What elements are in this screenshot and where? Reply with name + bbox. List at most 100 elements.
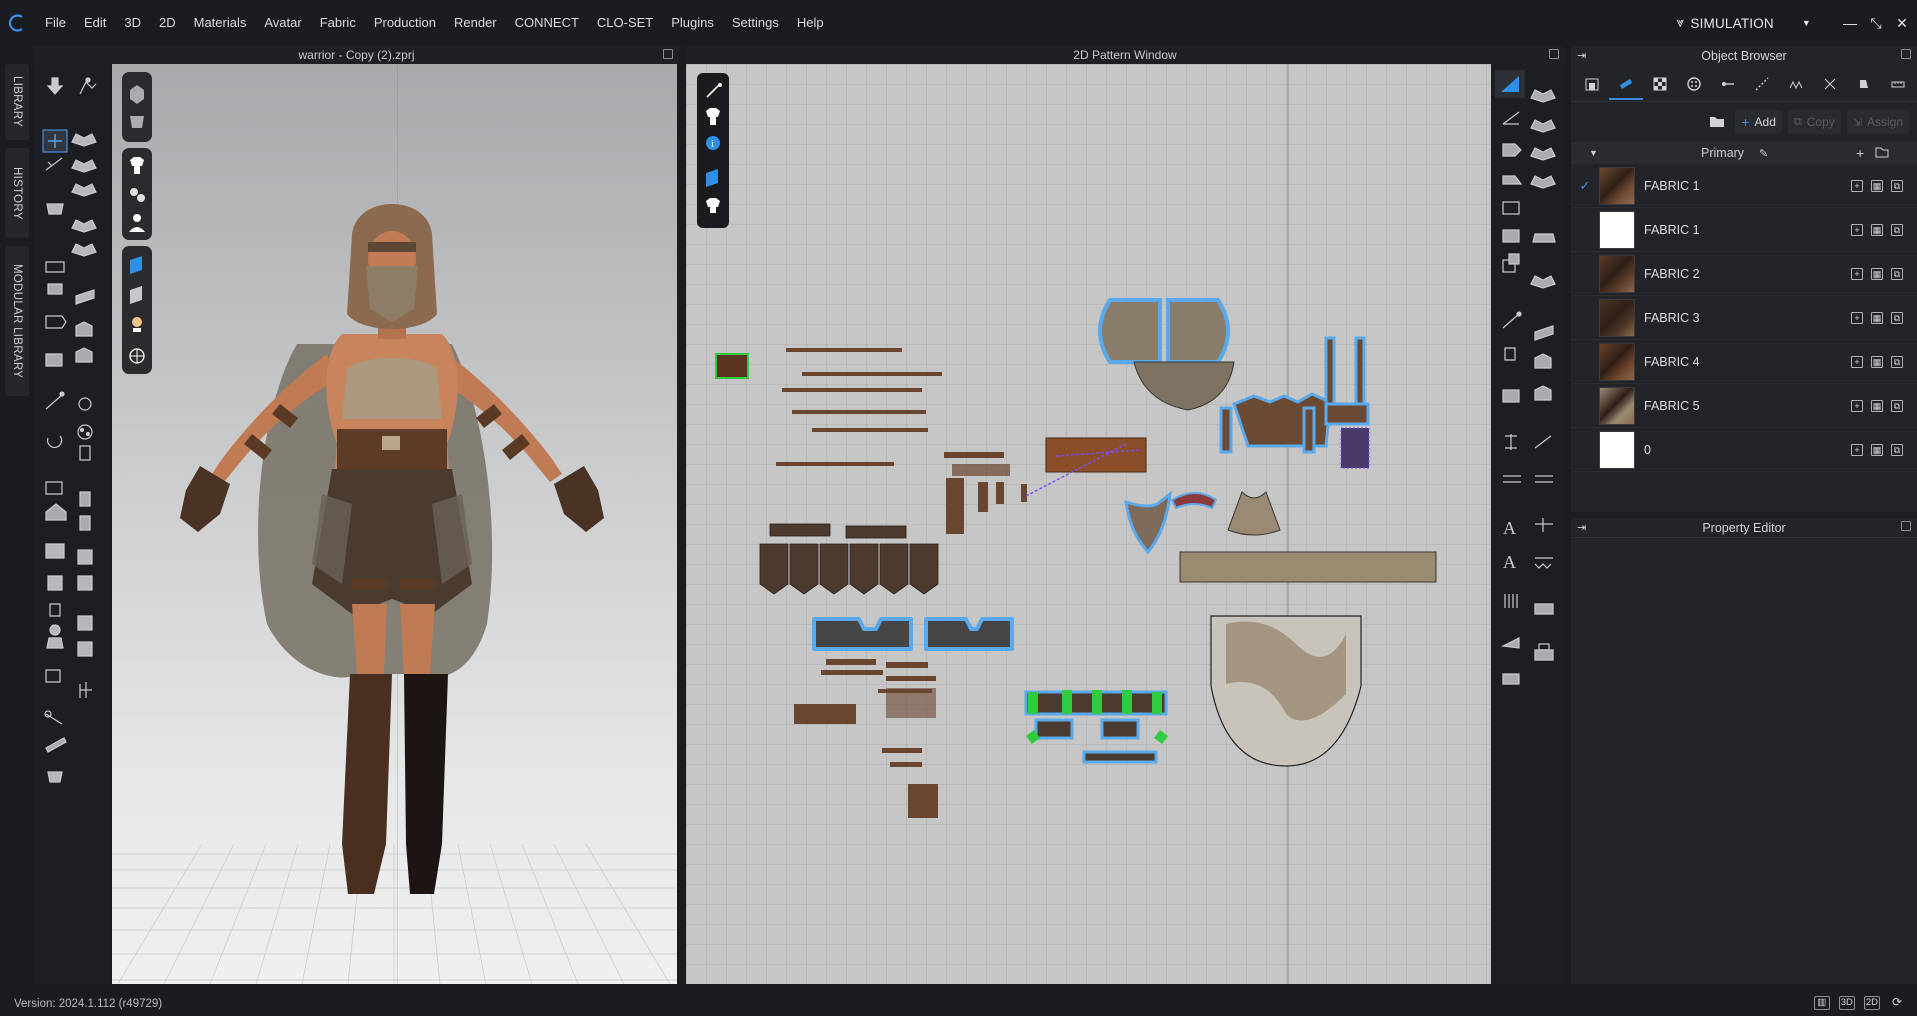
fabric-swatch[interactable] xyxy=(1599,342,1635,381)
texture-icon[interactable]: ▦ xyxy=(1871,399,1883,412)
toolbar-3d-icons xyxy=(42,77,97,783)
property-editor-title-bar: ⇥ Property Editor xyxy=(1571,518,1917,538)
assign-button[interactable]: ⇲ Assign xyxy=(1846,110,1909,134)
tab-graphic[interactable] xyxy=(1643,68,1677,100)
menu-edit[interactable]: Edit xyxy=(75,0,115,46)
fabric-name: FABRIC 5 xyxy=(1644,398,1700,413)
fabric-row[interactable]: FABRIC 4 + ▦ ⧉ xyxy=(1571,340,1917,384)
apply-icon[interactable]: + xyxy=(1851,355,1863,368)
fabric-row[interactable]: FABRIC 2 + ▦ ⧉ xyxy=(1571,252,1917,296)
toolbar-3d xyxy=(34,64,110,984)
fabric-swatch[interactable] xyxy=(1599,166,1635,205)
menu-2d[interactable]: 2D xyxy=(150,0,185,46)
tab-library[interactable]: LIBRARY xyxy=(5,64,29,140)
tab-fabric[interactable] xyxy=(1609,68,1643,100)
duplicate-icon[interactable]: ⧉ xyxy=(1891,355,1903,368)
apply-icon[interactable]: + xyxy=(1851,399,1863,412)
object-browser-actions: + Add ⧉ Copy ⇲ Assign xyxy=(1571,102,1917,142)
texture-icon[interactable]: ▦ xyxy=(1871,443,1883,456)
fabric-row[interactable]: 0 + ▦ ⧉ xyxy=(1571,428,1917,472)
window-2d-title: 2D Pattern Window xyxy=(1073,48,1177,62)
edit-pencil-icon[interactable]: ✎ xyxy=(1759,147,1768,160)
tab-puckering[interactable] xyxy=(1779,68,1813,100)
pattern-canvas[interactable] xyxy=(686,64,1491,984)
restore-button[interactable]: ⤡ xyxy=(1865,15,1887,32)
menu-materials[interactable]: Materials xyxy=(185,0,256,46)
apply-icon[interactable]: + xyxy=(1851,443,1863,456)
menu-clo-set[interactable]: CLO-SET xyxy=(588,0,662,46)
render-icons xyxy=(129,256,145,364)
apply-icon[interactable]: + xyxy=(1851,179,1863,192)
fabric-swatch[interactable] xyxy=(1599,210,1635,249)
add-colorway-icon[interactable]: + xyxy=(1856,145,1864,161)
side-tabs: LIBRARY HISTORY MODULAR LIBRARY xyxy=(0,46,34,992)
view-2d-button[interactable]: 2D xyxy=(1863,996,1880,1010)
tab-buttonhole[interactable] xyxy=(1711,68,1745,100)
tab-history[interactable]: HISTORY xyxy=(5,148,29,238)
duplicate-icon[interactable]: ⧉ xyxy=(1891,267,1903,280)
tab-button[interactable] xyxy=(1677,68,1711,100)
copy-icon: ⧉ xyxy=(1793,115,1802,128)
expand-arrow-icon[interactable]: ▼ xyxy=(1589,148,1598,158)
close-button[interactable]: ✕ xyxy=(1891,15,1913,32)
tab-trim[interactable] xyxy=(1847,68,1881,100)
tab-topstitch[interactable] xyxy=(1745,68,1779,100)
duplicate-icon[interactable]: ⧉ xyxy=(1891,223,1903,236)
menu-help[interactable]: Help xyxy=(788,0,833,46)
clo-logo-icon[interactable] xyxy=(0,0,36,46)
menu-file[interactable]: File xyxy=(36,0,75,46)
texture-icon[interactable]: ▦ xyxy=(1871,311,1883,324)
menu-render[interactable]: Render xyxy=(445,0,506,46)
fabric-swatch[interactable] xyxy=(1599,386,1635,425)
add-button[interactable]: + Add xyxy=(1735,110,1782,134)
float-window-icon[interactable] xyxy=(1549,49,1559,59)
tab-scene[interactable] xyxy=(1575,68,1609,100)
simulation-mode-selector[interactable]: ⩔ SIMULATION ▼ xyxy=(1677,15,1811,31)
view-split-button[interactable]: ▥ xyxy=(1813,996,1830,1010)
menu-avatar[interactable]: Avatar xyxy=(255,0,310,46)
copy-button[interactable]: ⧉ Copy xyxy=(1787,110,1841,134)
duplicate-icon[interactable]: ⧉ xyxy=(1891,179,1903,192)
menu-production[interactable]: Production xyxy=(365,0,445,46)
texture-icon[interactable]: ▦ xyxy=(1871,267,1883,280)
tab-zipper[interactable] xyxy=(1813,68,1847,100)
colorway-group-header[interactable]: ▼ Primary ✎ + xyxy=(1571,142,1917,164)
fabric-row[interactable]: ✓ FABRIC 1 + ▦ ⧉ xyxy=(1571,164,1917,208)
fabric-row[interactable]: FABRIC 5 + ▦ ⧉ xyxy=(1571,384,1917,428)
float-window-icon[interactable] xyxy=(663,49,673,59)
view-mode-switch: ▥ 3D 2D ⟳ xyxy=(1813,996,1905,1010)
float-window-icon[interactable] xyxy=(1901,49,1911,59)
fabric-swatch[interactable] xyxy=(1599,430,1635,469)
folder-icon[interactable] xyxy=(1709,114,1725,131)
menu-plugins[interactable]: Plugins xyxy=(662,0,723,46)
fabric-swatch[interactable] xyxy=(1599,298,1635,337)
float-window-icon[interactable] xyxy=(1901,521,1911,531)
menu-settings[interactable]: Settings xyxy=(723,0,788,46)
fabric-swatch[interactable] xyxy=(1599,254,1635,293)
duplicate-icon[interactable]: ⧉ xyxy=(1891,399,1903,412)
menu-connect[interactable]: CONNECT xyxy=(506,0,588,46)
fabric-row-actions: + ▦ ⧉ xyxy=(1851,267,1903,280)
apply-icon[interactable]: + xyxy=(1851,267,1863,280)
duplicate-icon[interactable]: ⧉ xyxy=(1891,311,1903,324)
menu-3d[interactable]: 3D xyxy=(115,0,150,46)
texture-icon[interactable]: ▦ xyxy=(1871,179,1883,192)
refresh-icon[interactable]: ⟳ xyxy=(1889,996,1905,1010)
tab-measure[interactable] xyxy=(1881,68,1915,100)
viewport-3d[interactable] xyxy=(112,64,677,984)
collapse-arrow-icon[interactable]: ⇥ xyxy=(1577,518,1586,538)
apply-icon[interactable]: + xyxy=(1851,311,1863,324)
texture-icon[interactable]: ▦ xyxy=(1871,355,1883,368)
duplicate-icon[interactable]: ⧉ xyxy=(1891,443,1903,456)
fabric-row[interactable]: FABRIC 3 + ▦ ⧉ xyxy=(1571,296,1917,340)
menu-fabric[interactable]: Fabric xyxy=(311,0,365,46)
version-label: Version: 2024.1.112 (r49729) xyxy=(14,998,163,1010)
folder-icon[interactable] xyxy=(1875,146,1889,161)
texture-icon[interactable]: ▦ xyxy=(1871,223,1883,236)
collapse-arrow-icon[interactable]: ⇥ xyxy=(1577,46,1586,66)
tab-modular-library[interactable]: MODULAR LIBRARY xyxy=(5,246,29,396)
minimize-button[interactable]: — xyxy=(1839,15,1861,31)
view-3d-button[interactable]: 3D xyxy=(1838,996,1855,1010)
apply-icon[interactable]: + xyxy=(1851,223,1863,236)
fabric-row[interactable]: FABRIC 1 + ▦ ⧉ xyxy=(1571,208,1917,252)
